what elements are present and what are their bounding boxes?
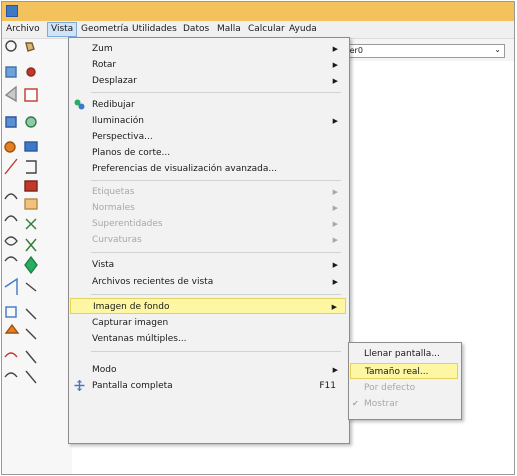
left-toolbar [2,39,72,474]
layer-select[interactable]: ayer0 ⌄ [335,44,505,58]
submenu-arrow-icon: ▶ [332,261,338,269]
submenu-arrow-icon: ▶ [331,303,337,311]
menu-item-pantalla-completa[interactable]: Pantalla completa F11 [70,378,346,394]
submenu-item-llenar-pantalla[interactable]: Llenar pantalla... [350,346,458,362]
menu-item-label: Vista [92,260,115,270]
menu-item-label: Rotar [92,60,117,70]
menu-item-label: Superentidades [92,219,163,229]
submenu-item-por-defecto[interactable]: Por defecto [350,380,458,396]
submenu-arrow-icon: ▶ [332,366,338,374]
menu-item-label: Planos de corte... [92,148,171,158]
menu-item-normales[interactable]: Normales ▶ [70,200,346,216]
shortcut-label: F11 [319,381,336,391]
submenu-arrow-icon: ▶ [332,188,338,196]
submenu-arrow-icon: ▶ [332,45,338,53]
menu-separator [91,252,341,253]
menu-item-label: Ventanas múltiples... [92,334,187,344]
submenu-arrow-icon: ▶ [332,278,338,286]
submenu-item-label: Llenar pantalla... [364,349,440,359]
menu-item-redibujar[interactable]: Redibujar [70,97,346,113]
menu-item-label: Modo [92,365,117,375]
menu-item-modo[interactable]: Modo ▶ [70,362,346,378]
app-icon [6,5,18,17]
vista-menu-dropdown: Zum ▶ Rotar ▶ Desplazar ▶ Redibujar Ilum… [68,37,350,444]
menu-item-archivos-recientes-vista[interactable]: Archivos recientes de vista ▶ [70,274,346,290]
menu-item-label: Curvaturas [92,235,142,245]
menu-archivo[interactable]: Archivo [3,23,43,36]
submenu-arrow-icon: ▶ [332,220,338,228]
menu-separator [91,294,341,295]
menu-item-label: Pantalla completa [92,381,173,391]
submenu-arrow-icon: ▶ [332,77,338,85]
submenu-item-label: Por defecto [364,383,416,393]
title-bar [2,2,514,21]
menu-item-superentidades[interactable]: Superentidades ▶ [70,216,346,232]
menu-malla[interactable]: Malla [214,23,244,36]
submenu-item-label: Tamaño real... [365,367,429,377]
submenu-item-label: Mostrar [364,399,399,409]
layers-icon[interactable] [512,42,515,58]
chevron-down-icon: ⌄ [494,45,501,54]
menu-item-perspectiva[interactable]: Perspectiva... [70,129,346,145]
menu-item-label: Preferencias de visualización avanzada..… [92,164,277,174]
menu-calcular[interactable]: Calcular [245,23,288,36]
menu-item-etiquetas[interactable]: Etiquetas ▶ [70,184,346,200]
menu-item-planos-de-corte[interactable]: Planos de corte... [70,145,346,161]
submenu-arrow-icon: ▶ [332,61,338,69]
menu-item-label: Perspectiva... [92,132,153,142]
submenu-arrow-icon: ▶ [332,236,338,244]
menu-ayuda[interactable]: Ayuda [286,23,320,36]
menu-datos[interactable]: Datos [180,23,212,36]
app-window: Archivo Vista Geometría Utilidades Datos… [1,1,515,475]
menu-item-label: Desplazar [92,76,137,86]
menu-geometria[interactable]: Geometría [78,23,132,36]
geometry-tools-icons[interactable] [2,39,72,475]
menu-item-label: Zum [92,44,113,54]
checkmark-icon: ✔ [352,399,359,408]
menu-item-label: Capturar imagen [92,318,169,328]
menu-item-label: Redibujar [92,100,135,110]
submenu-arrow-icon: ▶ [332,204,338,212]
menu-separator [91,351,341,352]
submenu-item-tamano-real[interactable]: Tamaño real... [350,363,458,379]
menu-item-curvaturas[interactable]: Curvaturas ▶ [70,232,346,248]
menu-item-label: Normales [92,203,135,213]
menu-item-label: Archivos recientes de vista [92,277,214,287]
menu-utilidades[interactable]: Utilidades [129,23,180,36]
menu-item-ventanas-multiples[interactable]: Ventanas múltiples... [70,331,346,347]
menu-item-vista[interactable]: Vista ▶ [70,257,346,273]
menu-item-desplazar[interactable]: Desplazar ▶ [70,73,346,89]
menu-item-zum[interactable]: Zum ▶ [70,41,346,57]
submenu-item-mostrar[interactable]: ✔ Mostrar [350,396,458,412]
menu-separator [91,180,341,181]
imagen-de-fondo-submenu: Llenar pantalla... Tamaño real... Por de… [348,342,462,420]
fullscreen-icon [74,380,85,391]
menu-separator [91,92,341,93]
menu-item-label: Imagen de fondo [93,302,170,312]
submenu-arrow-icon: ▶ [332,117,338,125]
menu-vista[interactable]: Vista [47,22,78,37]
menu-item-preferencias-visualizacion[interactable]: Preferencias de visualización avanzada..… [70,161,346,177]
menu-item-imagen-de-fondo[interactable]: Imagen de fondo ▶ [70,298,346,314]
menu-item-label: Iluminación [92,116,145,126]
menu-item-iluminacion[interactable]: Iluminación ▶ [70,113,346,129]
redraw-icon [74,99,85,110]
menu-item-label: Etiquetas [92,187,135,197]
menu-item-capturar-imagen[interactable]: Capturar imagen [70,315,346,331]
menu-item-rotar[interactable]: Rotar ▶ [70,57,346,73]
